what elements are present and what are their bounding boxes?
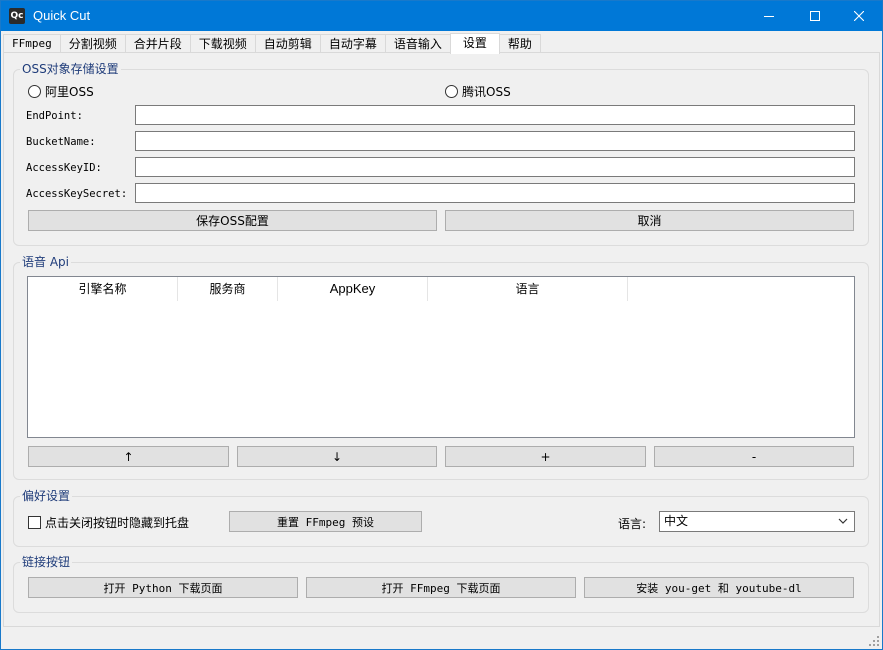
close-icon bbox=[854, 11, 864, 21]
tab-split-video[interactable]: 分割视频 bbox=[59, 34, 126, 53]
column-header-language[interactable]: 语言 bbox=[428, 277, 628, 301]
cancel-button[interactable]: 取消 bbox=[445, 210, 854, 231]
links-group: 链接按钮 打开 Python 下载页面 打开 FFmpeg 下载页面 安装 yo… bbox=[13, 555, 869, 613]
radio-aliyun-label: 阿里OSS bbox=[45, 85, 94, 99]
open-python-download-label: 打开 Python 下载页面 bbox=[103, 581, 223, 595]
speech-api-group-title: 语音 Api bbox=[20, 255, 71, 269]
open-python-download-button[interactable]: 打开 Python 下载页面 bbox=[28, 577, 298, 598]
oss-group-title: OSS对象存储设置 bbox=[20, 62, 121, 76]
links-group-title: 链接按钮 bbox=[20, 555, 73, 569]
install-youget-button[interactable]: 安装 you-get 和 youtube-dl bbox=[584, 577, 854, 598]
language-select-value: 中文 bbox=[664, 514, 689, 528]
resize-grip-icon[interactable] bbox=[868, 635, 880, 647]
endpoint-label: EndPoint: bbox=[26, 110, 83, 122]
radio-aliyun-oss[interactable]: 阿里OSS bbox=[28, 83, 94, 100]
tab-ffmpeg[interactable]: FFmpeg bbox=[3, 34, 61, 53]
app-window: Qc Quick Cut FFmpeg 分割视频 合并片段 下载视频 自动剪辑 … bbox=[0, 0, 883, 650]
reset-ffmpeg-preset-label: 重置 FFmpeg 预设 bbox=[277, 515, 374, 529]
radio-tencent-oss[interactable]: 腾讯OSS bbox=[445, 83, 511, 100]
tab-auto-subtitle[interactable]: 自动字幕 bbox=[319, 34, 386, 53]
hide-to-tray-checkbox[interactable]: 点击关闭按钮时隐藏到托盘 bbox=[28, 514, 189, 531]
remove-engine-button[interactable]: - bbox=[654, 446, 854, 467]
accesskeysecret-input[interactable] bbox=[135, 183, 855, 203]
client-area: FFmpeg 分割视频 合并片段 下载视频 自动剪辑 自动字幕 语音输入 设置 … bbox=[1, 31, 882, 649]
speech-api-group: 语音 Api 引擎名称 服务商 AppKey 语言 ↑ ↓ + - bbox=[13, 255, 869, 480]
title-bar[interactable]: Qc Quick Cut bbox=[1, 1, 882, 31]
reset-ffmpeg-preset-button[interactable]: 重置 FFmpeg 预设 bbox=[229, 511, 422, 532]
open-ffmpeg-download-button[interactable]: 打开 FFmpeg 下载页面 bbox=[306, 577, 576, 598]
status-bar bbox=[1, 630, 882, 649]
save-oss-button[interactable]: 保存OSS配置 bbox=[28, 210, 437, 231]
endpoint-input[interactable] bbox=[135, 105, 855, 125]
tab-voice-input[interactable]: 语音输入 bbox=[384, 34, 451, 53]
preferences-group-title: 偏好设置 bbox=[20, 489, 73, 503]
accesskeyid-input[interactable] bbox=[135, 157, 855, 177]
accesskeysecret-label: AccessKeySecret: bbox=[26, 188, 128, 200]
language-select[interactable]: 中文 bbox=[659, 511, 855, 532]
chevron-down-icon bbox=[838, 518, 848, 524]
oss-group: OSS对象存储设置 阿里OSS 腾讯OSS EndPoint: BucketNa… bbox=[13, 62, 869, 246]
arrow-up-icon: ↑ bbox=[123, 449, 134, 464]
plus-icon: + bbox=[540, 449, 551, 464]
add-engine-button[interactable]: + bbox=[445, 446, 646, 467]
cancel-label: 取消 bbox=[637, 214, 662, 228]
arrow-down-icon: ↓ bbox=[331, 449, 343, 464]
column-header-engine[interactable]: 引擎名称 bbox=[28, 277, 178, 301]
column-header-provider[interactable]: 服务商 bbox=[178, 277, 278, 301]
tab-bar: FFmpeg 分割视频 合并片段 下载视频 自动剪辑 自动字幕 语音输入 设置 … bbox=[3, 33, 541, 54]
minimize-icon bbox=[764, 16, 774, 17]
install-youget-label: 安装 you-get 和 youtube-dl bbox=[636, 581, 802, 595]
radio-circle-icon bbox=[28, 85, 41, 98]
hide-to-tray-label: 点击关闭按钮时隐藏到托盘 bbox=[45, 516, 190, 530]
close-button[interactable] bbox=[836, 1, 882, 31]
maximize-icon bbox=[810, 11, 820, 21]
tab-download-video[interactable]: 下载视频 bbox=[189, 34, 256, 53]
minus-icon: - bbox=[751, 449, 757, 464]
tab-auto-edit[interactable]: 自动剪辑 bbox=[254, 34, 321, 53]
radio-tencent-label: 腾讯OSS bbox=[462, 85, 511, 99]
tab-settings[interactable]: 设置 bbox=[449, 33, 500, 54]
tab-merge-clips[interactable]: 合并片段 bbox=[124, 34, 191, 53]
column-header-appkey[interactable]: AppKey bbox=[278, 277, 428, 301]
preferences-group: 偏好设置 点击关闭按钮时隐藏到托盘 重置 FFmpeg 预设 语言: 中文 bbox=[13, 489, 869, 547]
accesskeyid-label: AccessKeyID: bbox=[26, 162, 102, 174]
window-title: Quick Cut bbox=[33, 8, 91, 23]
checkbox-box-icon bbox=[28, 516, 41, 529]
language-label: 语言: bbox=[618, 517, 647, 531]
speech-engine-table[interactable]: 引擎名称 服务商 AppKey 语言 bbox=[27, 276, 855, 438]
open-ffmpeg-download-label: 打开 FFmpeg 下载页面 bbox=[381, 581, 501, 595]
save-oss-label: 保存OSS配置 bbox=[196, 214, 269, 228]
move-up-button[interactable]: ↑ bbox=[28, 446, 229, 467]
tab-help[interactable]: 帮助 bbox=[498, 34, 541, 53]
minimize-button[interactable] bbox=[746, 1, 792, 31]
bucketname-input[interactable] bbox=[135, 131, 855, 151]
settings-pane: OSS对象存储设置 阿里OSS 腾讯OSS EndPoint: BucketNa… bbox=[3, 52, 880, 627]
bucketname-label: BucketName: bbox=[26, 136, 96, 148]
move-down-button[interactable]: ↓ bbox=[237, 446, 437, 467]
app-icon: Qc bbox=[9, 8, 25, 24]
radio-circle-icon bbox=[445, 85, 458, 98]
maximize-button[interactable] bbox=[792, 1, 838, 31]
